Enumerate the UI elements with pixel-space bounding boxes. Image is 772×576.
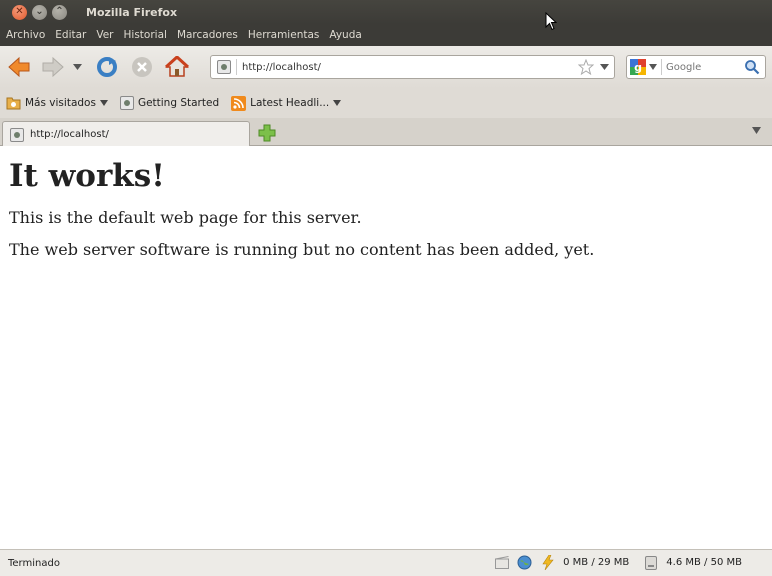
menu-marcadores[interactable]: Marcadores <box>177 29 238 41</box>
tab-list-dropdown-icon[interactable] <box>752 127 761 134</box>
rss-icon <box>231 95 247 111</box>
forward-button[interactable] <box>40 54 66 80</box>
new-tab-plus-icon[interactable] <box>258 124 276 142</box>
reload-button[interactable] <box>94 54 120 80</box>
navigation-toolbar: g <box>0 46 772 88</box>
chevron-down-icon <box>333 100 342 106</box>
svg-text:g: g <box>634 61 642 74</box>
stop-icon <box>132 57 152 77</box>
stop-button[interactable] <box>129 54 155 80</box>
smart-folder-icon <box>6 97 21 110</box>
tab-label: http://localhost/ <box>30 129 109 140</box>
menu-editar[interactable]: Editar <box>55 29 86 41</box>
home-button[interactable] <box>164 54 190 80</box>
menu-ver[interactable]: Ver <box>96 29 113 41</box>
history-dropdown[interactable] <box>70 54 84 80</box>
window-minimize-button[interactable]: ⌄ <box>32 4 47 20</box>
lightning-icon[interactable] <box>540 555 555 570</box>
forward-arrow-icon <box>42 56 64 78</box>
search-engine-dropdown-icon[interactable] <box>649 64 657 70</box>
tab-localhost[interactable]: http://localhost/ <box>2 121 250 147</box>
bookmarks-toolbar: Más visitados Getting Started Latest Hea… <box>0 88 772 118</box>
menu-archivo[interactable]: Archivo <box>6 29 45 41</box>
memory-usage: 0 MB / 29 MB <box>563 557 630 568</box>
window-close-button[interactable]: ✕ <box>12 4 27 20</box>
bookmark-latest-headlines[interactable]: Latest Headli... <box>231 95 342 111</box>
chevron-down-icon <box>99 100 108 106</box>
title-bar: ✕ ⌄ ⌃ Mozilla Firefox <box>0 0 772 24</box>
status-text: Terminado <box>8 557 60 569</box>
tab-favicon-icon <box>10 127 24 142</box>
storage-icon[interactable] <box>643 555 658 570</box>
url-input[interactable] <box>242 61 572 73</box>
chevron-down-icon <box>72 64 82 70</box>
search-bar[interactable]: g <box>626 55 766 79</box>
clapperboard-icon[interactable] <box>494 555 509 570</box>
page-heading: It works! <box>9 158 165 194</box>
window-controls: ✕ ⌄ ⌃ <box>12 4 67 20</box>
bookmark-star-icon[interactable] <box>578 59 594 75</box>
bookmark-label: Más visitados <box>25 97 96 109</box>
menu-herramientas[interactable]: Herramientas <box>248 29 320 41</box>
bookmark-label: Latest Headli... <box>250 97 330 109</box>
status-addons: 0 MB / 29 MB 4.6 MB / 50 MB <box>494 555 742 570</box>
site-identity-icon[interactable] <box>217 60 231 74</box>
search-input[interactable] <box>666 61 744 73</box>
url-bar[interactable] <box>210 55 615 79</box>
url-dropdown-icon[interactable] <box>600 64 609 70</box>
reload-icon <box>97 57 117 77</box>
menu-bar: Archivo Editar Ver Historial Marcadores … <box>0 24 772 46</box>
page-content: It works! This is the default web page f… <box>0 146 772 549</box>
back-button[interactable] <box>6 54 32 80</box>
storage-usage: 4.6 MB / 50 MB <box>666 557 742 568</box>
page-paragraph: The web server software is running but n… <box>9 240 595 259</box>
tab-bar: http://localhost/ <box>0 118 772 147</box>
bookmark-label: Getting Started <box>137 97 220 109</box>
status-bar: Terminado 0 MB / 29 MB 4.6 MB / 50 MB <box>0 549 772 576</box>
page-icon <box>119 96 134 110</box>
menu-historial[interactable]: Historial <box>124 29 167 41</box>
window-maximize-button[interactable]: ⌃ <box>52 4 67 20</box>
page-paragraph: This is the default web page for this se… <box>9 208 362 227</box>
search-icon[interactable] <box>744 59 760 75</box>
globe-icon[interactable] <box>517 555 532 570</box>
google-icon[interactable]: g <box>630 59 646 75</box>
back-arrow-icon <box>8 56 30 78</box>
bookmark-most-visited[interactable]: Más visitados <box>6 96 108 110</box>
menu-ayuda[interactable]: Ayuda <box>329 29 361 41</box>
home-icon <box>165 56 189 77</box>
mouse-cursor-icon <box>545 12 557 31</box>
bookmark-getting-started[interactable]: Getting Started <box>119 96 220 110</box>
window-title: Mozilla Firefox <box>86 5 178 19</box>
